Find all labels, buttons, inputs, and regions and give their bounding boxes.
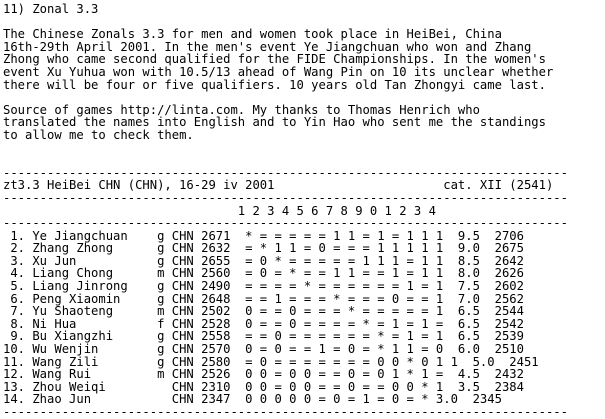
table-row: 5. Liang Jinrong g CHN 2490 = = = = * = … (3, 279, 524, 294)
table-row: 2. Zhang Zhong g CHN 2632 = * 1 1 = 0 = … (3, 241, 524, 256)
article-heading: 11) Zonal 3.3 (3, 2, 99, 16)
source-line: to allow me to check them. (3, 127, 194, 142)
intro-line: there will be four or five qualifiers. 1… (3, 77, 546, 92)
table-row: 12. Wang Rui m CHN 2526 0 0 = 0 0 = = 0 … (3, 367, 524, 382)
table-header-rule: ----------------------------------------… (3, 216, 568, 231)
document-body: 11) Zonal 3.3 The Chinese Zonals 3.3 for… (3, 3, 603, 419)
intro-line: The Chinese Zonals 3.3 for men and women… (3, 27, 502, 42)
table-row: 10. Wu Wenjin g CHN 2570 0 = 0 = = 1 = 0… (3, 342, 524, 357)
table-title-rule: ----------------------------------------… (3, 190, 568, 205)
intro-paragraph: The Chinese Zonals 3.3 for men and women… (3, 28, 603, 91)
table-bottom-rule: ----------------------------------------… (3, 405, 568, 419)
crosstable: ----------------------------------------… (3, 167, 603, 419)
intro-line: event Xu Yuhua won with 10.5/13 ahead of… (3, 64, 554, 79)
source-paragraph: Source of games http://linta.com. My tha… (3, 104, 603, 142)
table-row: 7. Yu Shaoteng m CHN 2502 0 = = 0 = = = … (3, 304, 524, 319)
